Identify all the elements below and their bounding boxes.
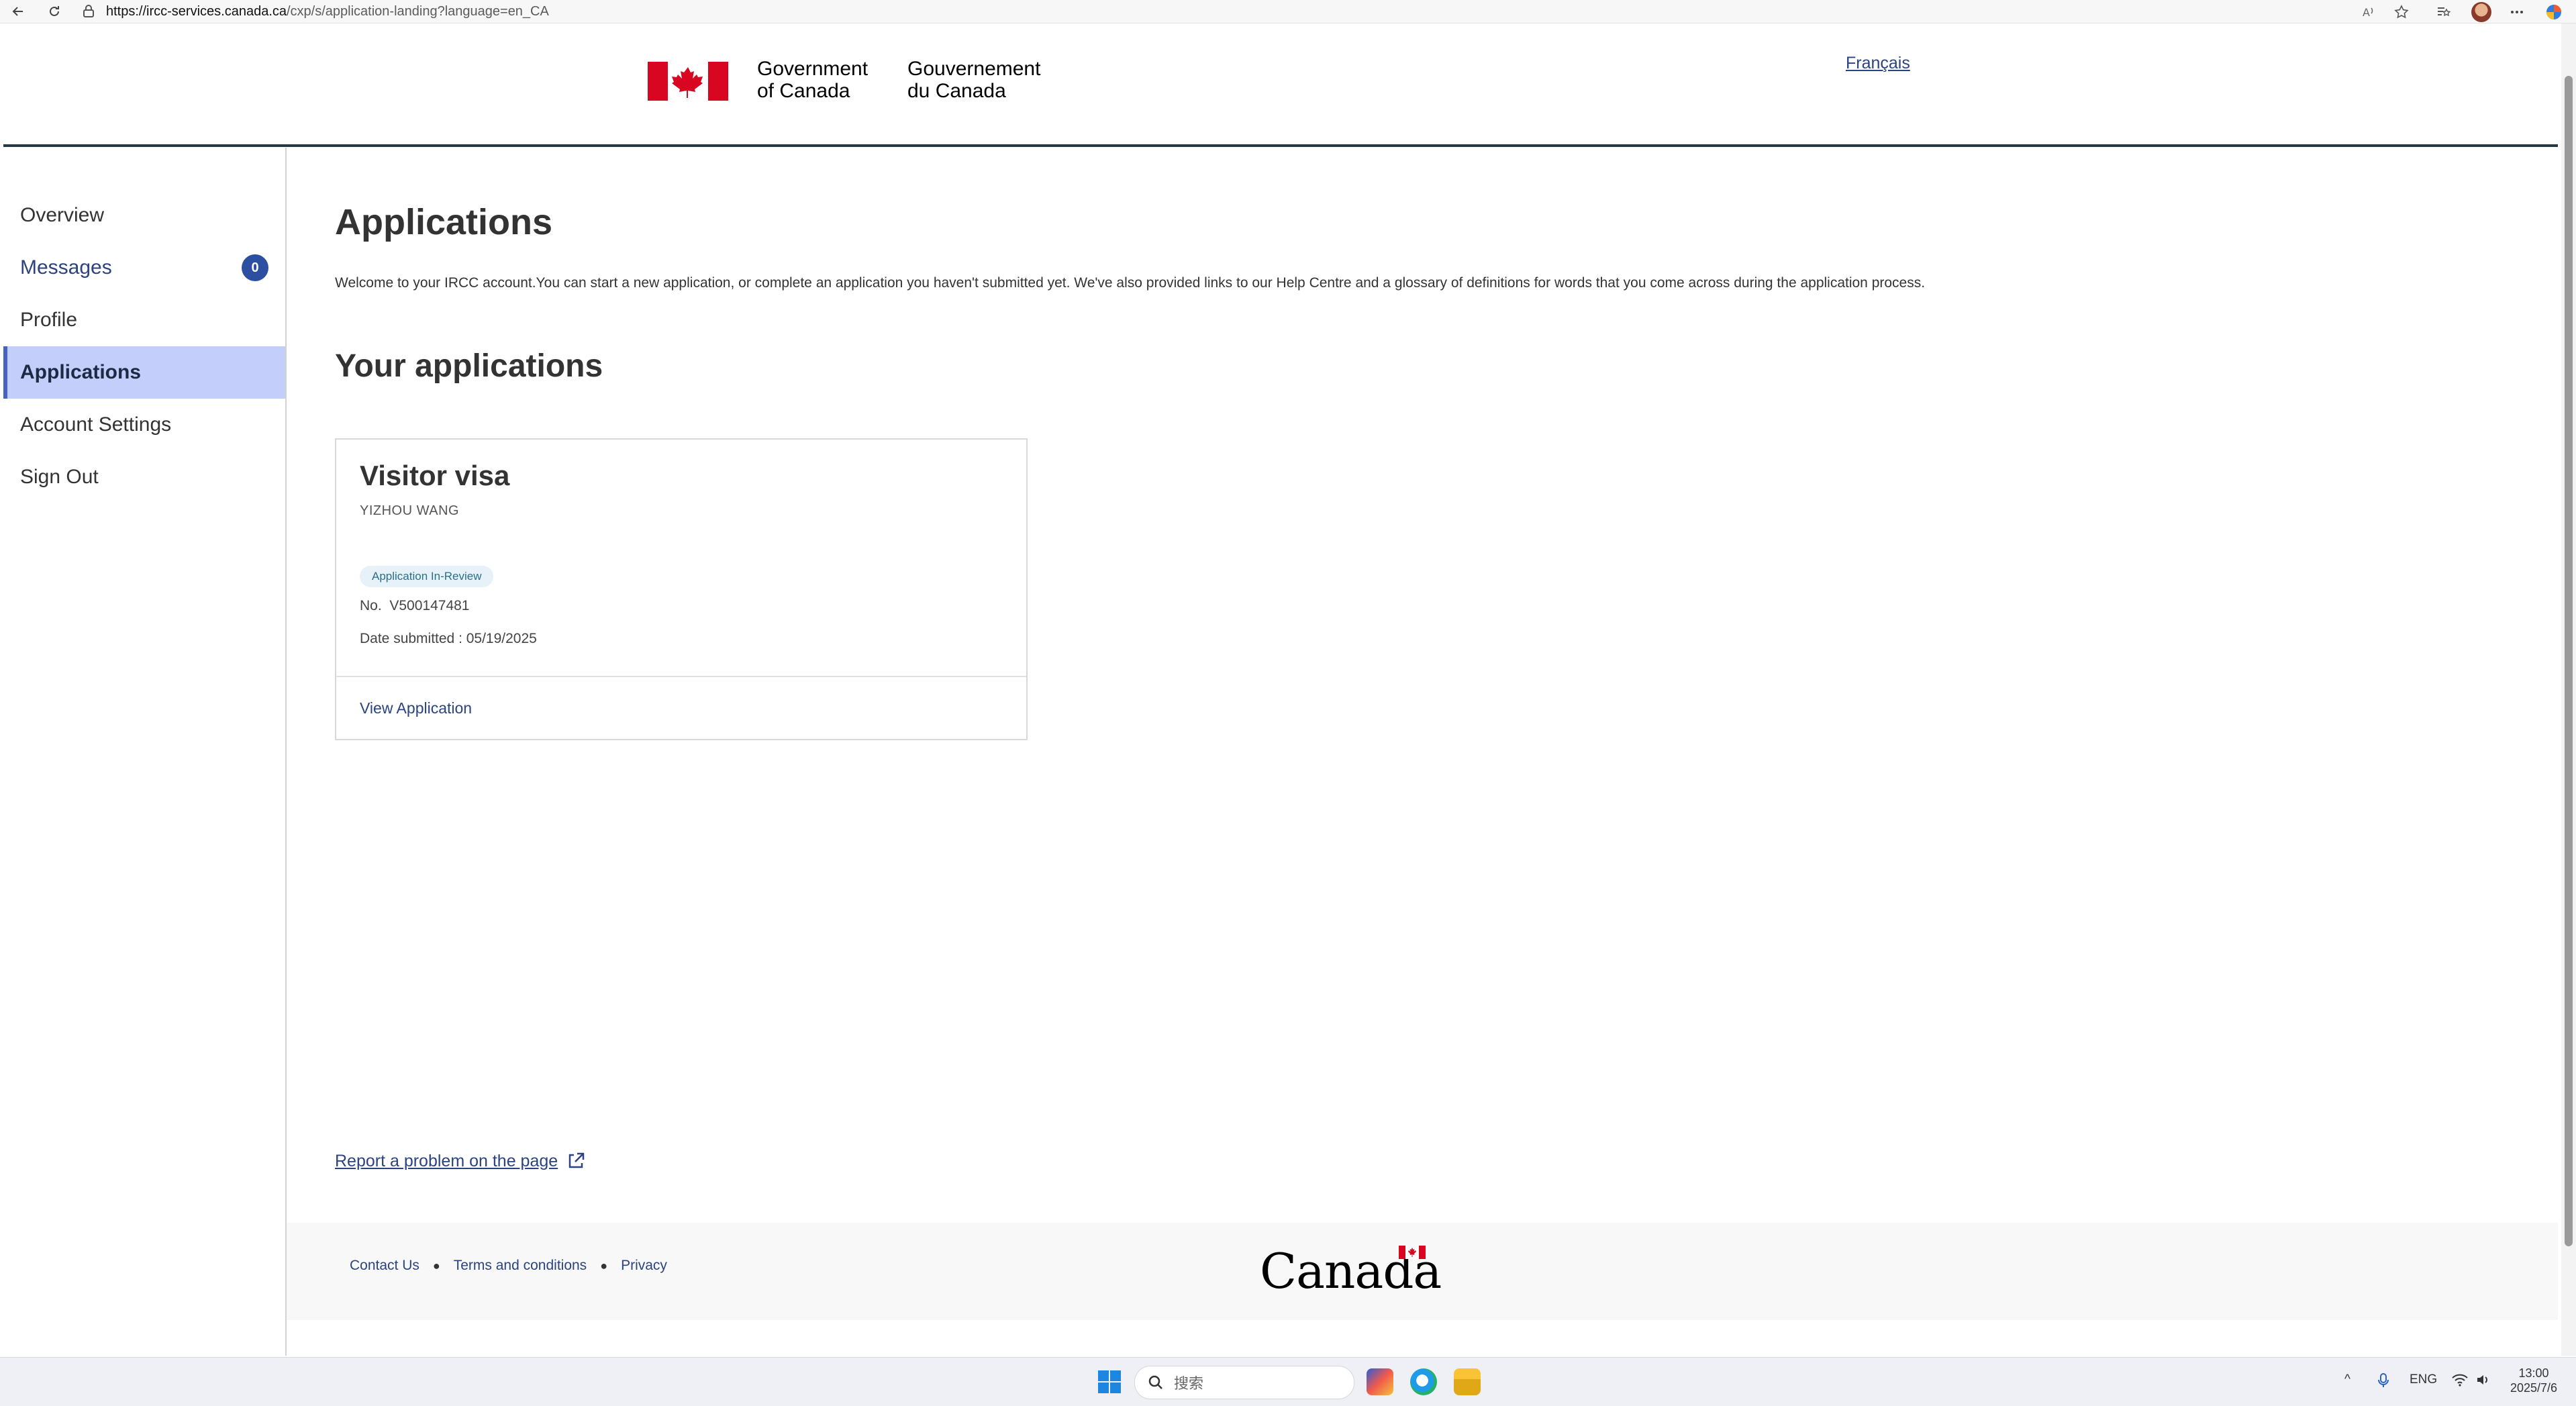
signature-french[interactable]: Gouvernement du Canada: [907, 58, 1040, 102]
footer-terms-link[interactable]: Terms and conditions: [454, 1258, 587, 1274]
external-link-icon: [568, 1152, 585, 1168]
lock-icon: [83, 5, 94, 17]
sidebar-item-sign-out[interactable]: Sign Out: [3, 451, 285, 503]
system-clock[interactable]: 13:00 2025/7/6: [2510, 1366, 2557, 1395]
volume-icon[interactable]: [2475, 1372, 2491, 1391]
footer-privacy-link[interactable]: Privacy: [621, 1258, 667, 1274]
welcome-text: Welcome to your IRCC account.You can sta…: [335, 275, 1926, 291]
more-menu-icon[interactable]: [2507, 2, 2527, 22]
page-title: Applications: [335, 202, 553, 242]
report-problem-label: Report a problem on the page: [335, 1151, 558, 1170]
back-icon[interactable]: [8, 1, 28, 21]
footer-links: Contact Us ● Terms and conditions ● Priv…: [350, 1258, 667, 1274]
scrollbar[interactable]: [2561, 23, 2576, 1356]
url-path: /cxp/s/application-landing?language=en_C…: [287, 3, 549, 19]
sidebar-item-messages[interactable]: Messages 0: [3, 242, 285, 294]
canada-flag-icon: [648, 62, 728, 101]
read-aloud-icon[interactable]: A: [2359, 2, 2379, 22]
site-header: [3, 23, 2558, 147]
browser-toolbar: https://ircc-services.canada.ca/cxp/s/ap…: [0, 0, 2576, 23]
signature-english[interactable]: Government of Canada: [757, 58, 868, 102]
report-problem-link[interactable]: Report a problem on the page: [335, 1150, 587, 1172]
microphone-icon[interactable]: [2377, 1372, 2390, 1393]
profile-avatar[interactable]: [2471, 2, 2491, 22]
sidebar-item-profile[interactable]: Profile: [3, 294, 285, 346]
signature-fr-line2: du Canada: [907, 80, 1006, 102]
os-taskbar: 搜索 ^ ENG 13:00 2025/7/6: [0, 1357, 2576, 1406]
sidebar-nav: Overview Messages 0 Profile Applications…: [3, 148, 287, 1356]
date-submitted: Date submitted : 05/19/2025: [360, 631, 537, 646]
messages-count-badge: 0: [242, 254, 268, 281]
taskbar-search[interactable]: 搜索: [1134, 1366, 1354, 1399]
signature-en-line2: of Canada: [757, 80, 850, 102]
application-number: No. V500147481: [360, 598, 469, 614]
sidebar-item-applications[interactable]: Applications: [3, 346, 285, 399]
windows-start-icon[interactable]: [1097, 1370, 1122, 1394]
site-footer: Contact Us ● Terms and conditions ● Priv…: [287, 1223, 2558, 1320]
section-title: Your applications: [335, 348, 603, 384]
url-host: https://ircc-services.canada.ca: [106, 3, 287, 19]
refresh-icon[interactable]: [44, 1, 64, 21]
chevron-up-icon[interactable]: ^: [2344, 1372, 2350, 1387]
application-number-value: V500147481: [389, 598, 470, 613]
application-type: Visitor visa: [360, 460, 510, 491]
sidebar-item-account-settings[interactable]: Account Settings: [3, 399, 285, 451]
sidebar-item-overview[interactable]: Overview: [3, 189, 285, 242]
clock-date: 2025/7/6: [2510, 1381, 2558, 1395]
favorite-star-icon[interactable]: [2391, 2, 2412, 22]
search-icon: [1148, 1375, 1162, 1389]
application-card: Visitor visa YIZHOU WANG Application In-…: [335, 438, 1028, 740]
separator-dot: ●: [432, 1258, 440, 1272]
wifi-icon[interactable]: [2451, 1372, 2469, 1391]
search-placeholder: 搜索: [1174, 1375, 1204, 1392]
input-language[interactable]: ENG: [2410, 1372, 2437, 1387]
file-explorer-icon[interactable]: [1454, 1368, 1481, 1395]
copilot-icon[interactable]: [2544, 2, 2564, 22]
status-badge: Application In-Review: [360, 566, 494, 587]
wordmark-flag-icon: [1399, 1246, 1426, 1259]
sidebar-item-label: Messages: [20, 256, 112, 279]
footer-contact-link[interactable]: Contact Us: [350, 1258, 419, 1274]
separator-dot: ●: [600, 1258, 608, 1272]
language-toggle-link[interactable]: Français: [1846, 54, 1910, 73]
clock-time: 13:00: [2518, 1366, 2549, 1380]
card-divider: [336, 676, 1026, 677]
signature-en-line1: Government: [757, 58, 869, 80]
applicant-name: YIZHOU WANG: [360, 503, 460, 518]
signature-fr-line1: Gouvernement: [907, 58, 1041, 80]
scrollbar-thumb[interactable]: [2565, 76, 2573, 1246]
taskbar-app-icon[interactable]: [1367, 1368, 1393, 1395]
edge-browser-icon[interactable]: [1410, 1368, 1437, 1395]
view-application-link[interactable]: View Application: [360, 699, 472, 717]
address-bar[interactable]: https://ircc-services.canada.ca/cxp/s/ap…: [81, 1, 2336, 21]
application-number-label: No.: [360, 598, 382, 613]
favorites-icon[interactable]: [2433, 2, 2453, 22]
svg-text:A: A: [2363, 6, 2370, 19]
